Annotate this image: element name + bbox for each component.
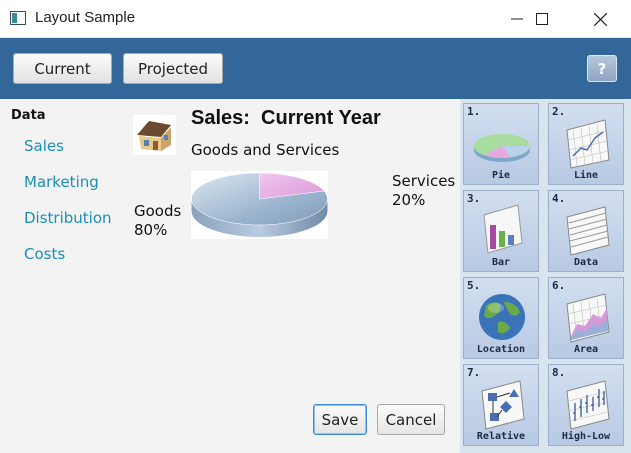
tile-label: Location	[476, 344, 526, 355]
tile-relative[interactable]: 7. Relative	[463, 364, 539, 446]
nav-link-distribution[interactable]: Distribution	[24, 209, 112, 227]
bar-chart-icon	[483, 204, 523, 254]
nav-link-sales[interactable]: Sales	[24, 137, 64, 155]
globe-icon	[479, 294, 525, 340]
window-title: Layout Sample	[35, 9, 136, 26]
nav-link-costs[interactable]: Costs	[24, 245, 65, 263]
tile-label: Area	[573, 344, 599, 355]
tile-label: Pie	[491, 170, 511, 181]
services-label-pct: 20%	[392, 191, 426, 209]
data-sidebar: Data Sales Marketing Distribution Costs	[0, 99, 125, 453]
tile-label: Data	[573, 257, 599, 268]
main-content: Sales: Current Year Goods and Services G…	[125, 99, 460, 453]
tile-label: Relative	[476, 431, 526, 442]
projected-button[interactable]: Projected	[123, 53, 223, 84]
tile-bar[interactable]: 3. Bar	[463, 190, 539, 272]
close-icon	[593, 12, 607, 26]
chart-type-grid: 1. Pie 2. Line 3. Bar 4. Data 5. Locatio…	[460, 99, 631, 453]
tile-line[interactable]: 2. Line	[548, 103, 624, 185]
tile-label: High-Low	[561, 431, 611, 442]
close-button[interactable]	[577, 0, 623, 38]
pie-chart	[191, 171, 328, 239]
save-button[interactable]: Save	[313, 404, 367, 435]
goods-label-pct: 80%	[134, 221, 168, 239]
top-toolbar: Current Projected ?	[0, 38, 631, 99]
goods-label: Goods 80%	[134, 202, 181, 240]
tile-area[interactable]: 6. Area	[548, 277, 624, 359]
app-icon	[10, 11, 26, 25]
tile-label: Bar	[491, 257, 511, 268]
area-chart-icon	[566, 293, 610, 343]
sidebar-title: Data	[11, 108, 46, 123]
high-low-chart-icon	[566, 380, 610, 430]
services-label-name: Services	[392, 172, 456, 190]
chart-title: Goods and Services	[191, 141, 340, 159]
tile-label: Line	[573, 170, 599, 181]
data-sheet-icon	[566, 206, 610, 256]
maximize-icon	[536, 13, 548, 25]
help-button[interactable]: ?	[587, 55, 617, 82]
pie-chart-icon	[474, 134, 530, 162]
tile-data[interactable]: 4. Data	[548, 190, 624, 272]
title-bar: Layout Sample	[0, 0, 631, 38]
nav-link-marketing[interactable]: Marketing	[24, 173, 99, 191]
cancel-button[interactable]: Cancel	[377, 404, 445, 435]
services-label: Services 20%	[392, 172, 455, 210]
goods-label-name: Goods	[134, 202, 182, 220]
tile-pie[interactable]: 1. Pie	[463, 103, 539, 185]
flowchart-icon	[481, 380, 525, 430]
current-button[interactable]: Current	[13, 53, 112, 84]
tile-high-low[interactable]: 8. High-Low	[548, 364, 624, 446]
tile-location[interactable]: 5. Location	[463, 277, 539, 359]
maximize-button[interactable]	[519, 0, 565, 38]
page-title: Sales: Current Year	[191, 107, 381, 129]
line-chart-icon	[566, 119, 610, 169]
house-icon	[133, 115, 176, 155]
